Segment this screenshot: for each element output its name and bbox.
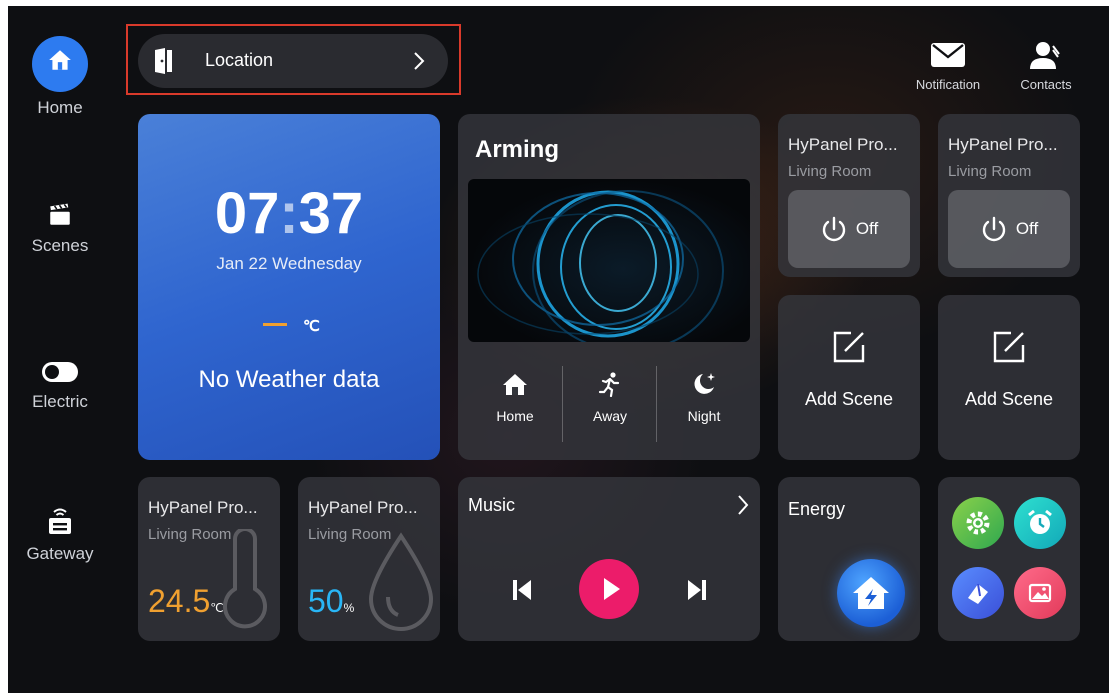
power-toggle-button[interactable]: Off <box>788 190 910 268</box>
gateway-icon <box>49 508 71 534</box>
edit-icon <box>993 331 1025 363</box>
mode-night-button[interactable]: Night <box>657 360 751 440</box>
temperature-number: 24.5 <box>148 583 211 619</box>
running-person-icon <box>598 372 620 397</box>
device-room: Living Room <box>788 163 872 180</box>
sidebar-item-label: Scenes <box>31 236 89 255</box>
temperature-value: 24.5℃ <box>148 583 224 620</box>
sidebar-item-scenes[interactable]: Scenes <box>8 202 112 256</box>
energy-title: Energy <box>788 499 846 519</box>
contacts-button[interactable]: Contacts <box>1008 40 1084 100</box>
power-state: Off <box>855 219 879 238</box>
moon-icon <box>694 373 715 394</box>
humidity-value: 50% <box>308 583 354 620</box>
mode-home-label: Home <box>496 408 534 424</box>
sidebar-item-electric[interactable]: Electric <box>8 360 112 412</box>
energy-icon <box>837 559 905 627</box>
clock-separator: : <box>279 181 299 246</box>
previous-track-icon[interactable] <box>511 578 533 602</box>
play-icon <box>604 578 620 600</box>
power-toggle-button[interactable]: Off <box>948 190 1070 268</box>
scene-app-icon[interactable] <box>952 567 1004 619</box>
clapperboard-icon <box>50 203 70 225</box>
toggle-icon <box>42 362 78 382</box>
mode-away-button[interactable]: Away <box>563 360 657 440</box>
energy-card[interactable]: Energy <box>778 477 920 641</box>
device-title: HyPanel Pro... <box>788 135 898 154</box>
device-room: Living Room <box>948 163 1032 180</box>
temperature-placeholder <box>263 323 287 326</box>
sidebar-item-label: Home <box>37 98 83 117</box>
home-icon <box>32 36 88 92</box>
arming-modes: Home Away Night <box>468 360 751 442</box>
device-card-2[interactable]: HyPanel Pro... Living Room Off <box>938 114 1080 277</box>
sensor-room: Living Room <box>308 526 392 543</box>
play-button[interactable] <box>579 559 639 619</box>
sidebar-item-home[interactable]: Home <box>8 36 112 118</box>
add-scene-label: Add Scene <box>964 389 1054 409</box>
chevron-right-icon[interactable] <box>736 494 750 516</box>
mode-home-button[interactable]: Home <box>468 360 562 440</box>
apps-card[interactable] <box>938 477 1080 641</box>
clock-minutes: 37 <box>298 181 364 246</box>
arming-visual <box>468 179 750 342</box>
settings-app-icon[interactable] <box>952 497 1004 549</box>
power-icon <box>822 216 845 242</box>
notification-button[interactable]: Notification <box>908 40 988 100</box>
clock-date: Jan 22 Wednesday <box>216 254 362 273</box>
arming-title: Arming <box>475 136 559 163</box>
device-card-1[interactable]: HyPanel Pro... Living Room Off <box>778 114 920 277</box>
alarm-clock-app-icon[interactable] <box>1014 497 1066 549</box>
sensor-room: Living Room <box>148 526 232 543</box>
sensor-title: HyPanel Pro... <box>308 498 418 517</box>
weather-status: No Weather data <box>198 366 380 393</box>
sidebar-item-label: Gateway <box>26 544 94 563</box>
notification-label: Notification <box>915 77 981 92</box>
mode-away-label: Away <box>593 408 627 424</box>
gallery-app-icon[interactable] <box>1014 567 1066 619</box>
humidity-unit-label: % <box>343 601 355 615</box>
clock-weather-card[interactable]: 07:37 Jan 22 Wednesday ℃ No Weather data <box>138 114 440 460</box>
add-scene-card-2[interactable]: Add Scene <box>938 295 1080 460</box>
device-title: HyPanel Pro... <box>948 135 1058 154</box>
next-track-icon[interactable] <box>686 578 708 602</box>
temperature-unit-label: ℃ <box>210 601 224 615</box>
edit-icon <box>833 331 865 363</box>
temperature-sensor-card[interactable]: HyPanel Pro... Living Room 24.5℃ <box>138 477 280 641</box>
sidebar-item-label: Electric <box>32 392 88 411</box>
sensor-title: HyPanel Pro... <box>148 498 258 517</box>
clock-time: 07:37 <box>138 180 440 247</box>
sidebar-item-gateway[interactable]: Gateway <box>8 506 112 564</box>
power-icon <box>982 216 1005 242</box>
water-drop-icon <box>368 532 434 631</box>
music-card[interactable]: Music <box>458 477 760 641</box>
add-scene-label: Add Scene <box>804 389 894 409</box>
contacts-label: Contacts <box>1020 77 1072 92</box>
clock-hours: 07 <box>214 181 280 246</box>
power-state: Off <box>1015 219 1039 238</box>
arming-card[interactable]: Arming Home Away Night <box>458 114 760 460</box>
humidity-number: 50 <box>308 583 344 619</box>
contacts-icon <box>1030 42 1060 69</box>
mode-night-label: Night <box>687 408 721 424</box>
humidity-sensor-card[interactable]: HyPanel Pro... Living Room 50% <box>298 477 440 641</box>
temperature-unit: ℃ <box>303 318 320 335</box>
screen: Home Scenes Electric Gateway Location No… <box>8 6 1109 693</box>
music-title: Music <box>468 495 516 515</box>
add-scene-card-1[interactable]: Add Scene <box>778 295 920 460</box>
highlight-box <box>126 24 461 95</box>
envelope-icon <box>931 43 965 67</box>
home-mode-icon <box>503 374 527 395</box>
